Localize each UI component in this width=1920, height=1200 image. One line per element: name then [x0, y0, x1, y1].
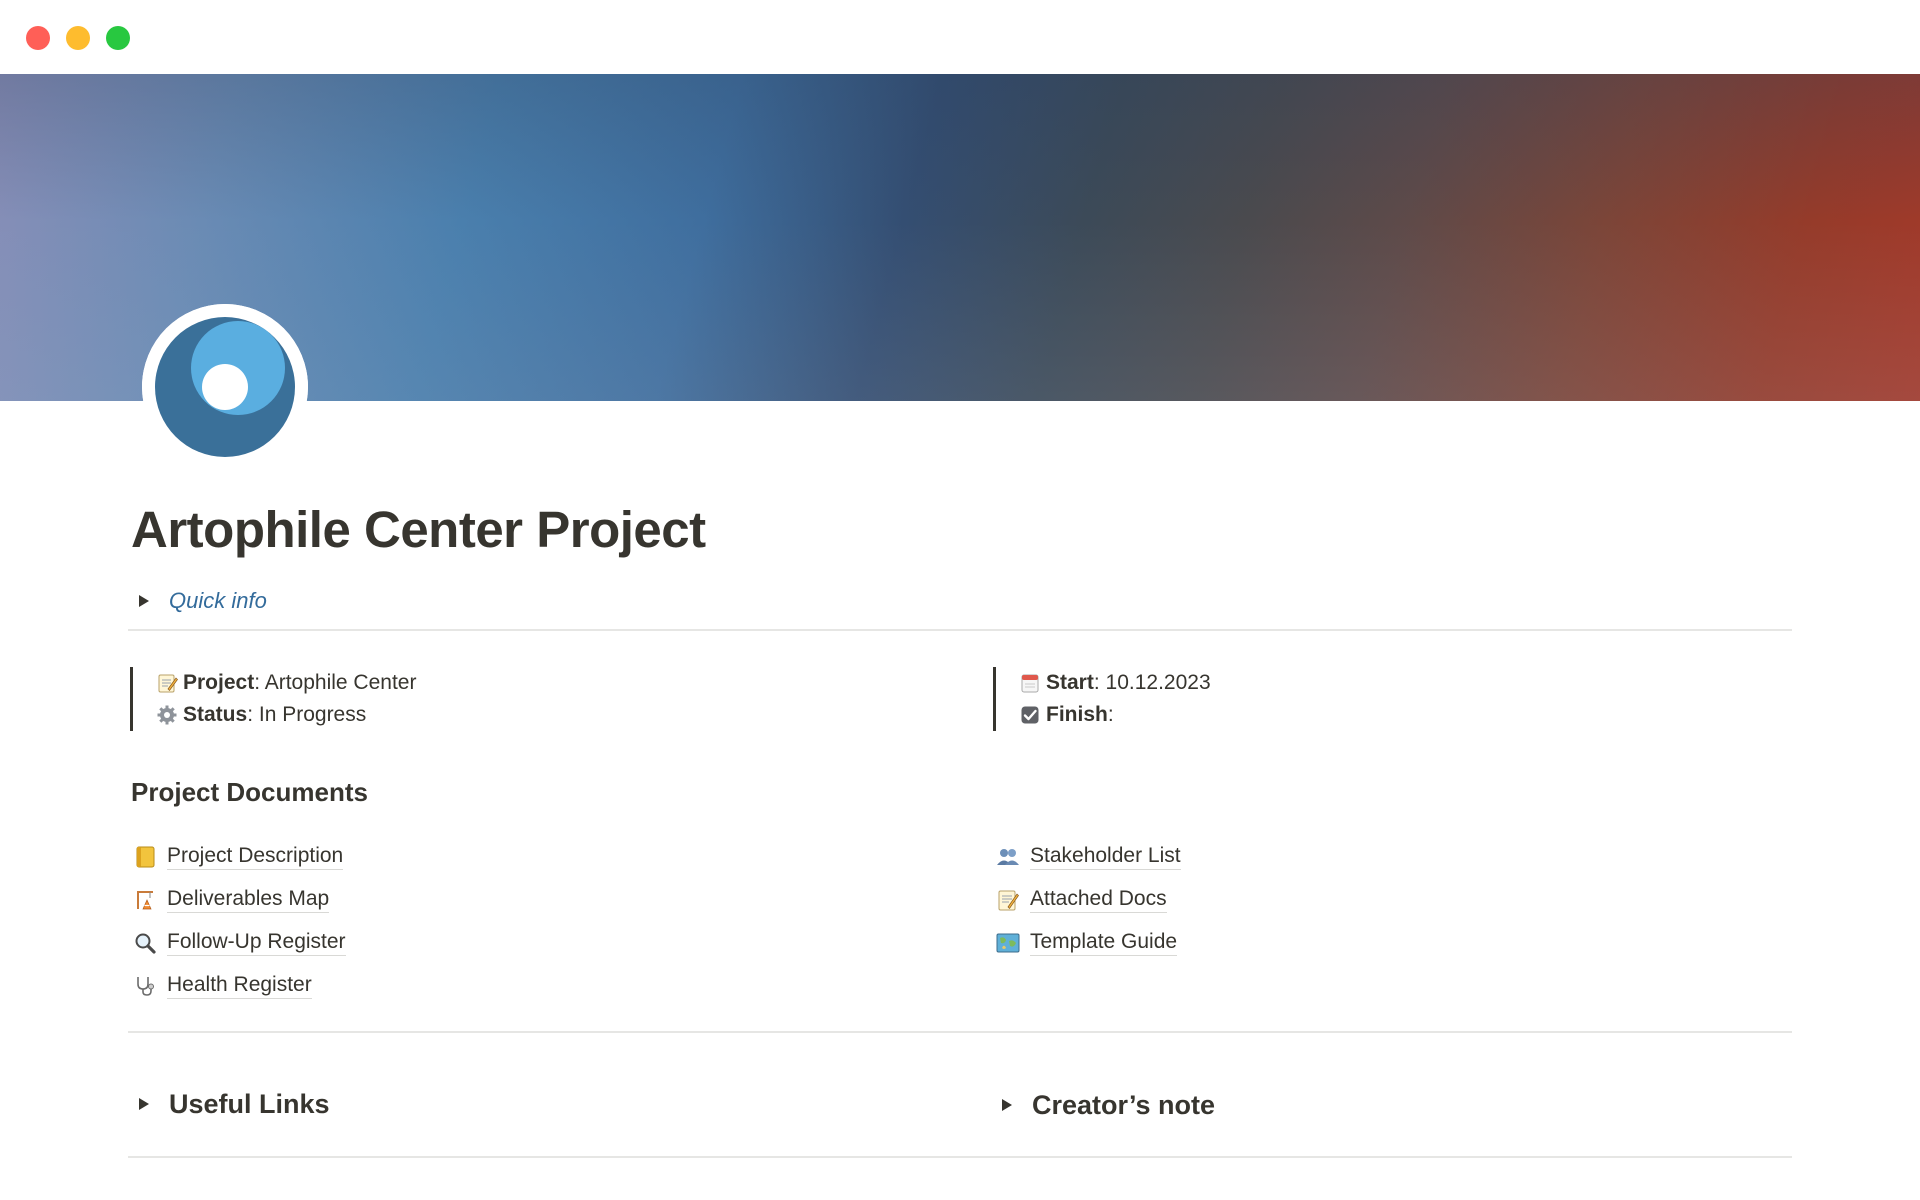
target-logo-icon — [142, 304, 308, 470]
check-box-icon — [1018, 703, 1042, 727]
doc-link-template-guide[interactable]: Template Guide — [994, 921, 1181, 964]
doc-link-project-description[interactable]: Project Description — [131, 835, 346, 878]
calendar-icon — [1018, 671, 1042, 695]
quick-info-toggle[interactable]: Quick info — [137, 586, 267, 616]
useful-links-heading[interactable]: Useful Links — [169, 1089, 330, 1120]
memo-icon — [155, 671, 179, 695]
doc-link-deliverables-map[interactable]: Deliverables Map — [131, 878, 346, 921]
page-icon[interactable] — [142, 304, 308, 470]
doc-link-label[interactable]: Follow-Up Register — [167, 930, 346, 956]
documents-list-right: Stakeholder List Attached Docs Template … — [994, 835, 1181, 964]
project-properties-callout-right: Start: 10.12.2023 Finish: — [993, 667, 1211, 731]
doc-link-label[interactable]: Deliverables Map — [167, 887, 330, 913]
doc-link-stakeholder-list[interactable]: Stakeholder List — [994, 835, 1181, 878]
minimize-window-button[interactable] — [66, 26, 90, 50]
doc-link-health-register[interactable]: Health Register — [131, 964, 346, 1007]
property-key: Status — [183, 703, 248, 726]
property-value: : — [1107, 703, 1114, 726]
doc-link-follow-up-register[interactable]: Follow-Up Register — [131, 921, 346, 964]
quick-info-label[interactable]: Quick info — [169, 588, 267, 614]
memo-icon — [994, 886, 1022, 914]
property-start: Start: 10.12.2023 — [1018, 667, 1211, 699]
property-project: Project: Artophile Center — [155, 667, 416, 699]
documents-list-left: Project Description Deliverables Map Fol… — [131, 835, 346, 1007]
construction-icon — [131, 886, 159, 914]
close-window-button[interactable] — [26, 26, 50, 50]
property-value: : In Progress — [247, 703, 367, 726]
caret-right-icon[interactable] — [137, 594, 151, 608]
stethoscope-icon — [131, 972, 159, 1000]
gear-icon — [155, 703, 179, 727]
caret-right-icon[interactable] — [137, 1097, 151, 1111]
divider — [128, 1031, 1792, 1033]
creators-note-toggle[interactable]: Creator’s note — [1000, 1087, 1215, 1123]
window-titlebar — [0, 0, 1920, 74]
zoom-window-button[interactable] — [106, 26, 130, 50]
ledger-icon — [131, 843, 159, 871]
property-key: Start — [1046, 671, 1094, 694]
doc-link-label[interactable]: Attached Docs — [1030, 887, 1167, 913]
property-value: : 10.12.2023 — [1093, 671, 1211, 694]
doc-link-label[interactable]: Health Register — [167, 973, 312, 999]
doc-link-label[interactable]: Template Guide — [1030, 930, 1178, 956]
section-heading-project-documents[interactable]: Project Documents — [131, 777, 368, 808]
property-key: Finish — [1046, 703, 1108, 726]
property-key: Project — [183, 671, 255, 694]
project-properties-callout-left: Project: Artophile Center Status: In Pro… — [130, 667, 416, 731]
useful-links-toggle[interactable]: Useful Links — [137, 1086, 330, 1122]
doc-link-label[interactable]: Project Description — [167, 844, 344, 870]
divider — [128, 629, 1792, 631]
doc-link-label[interactable]: Stakeholder List — [1030, 844, 1181, 870]
page-title[interactable]: Artophile Center Project — [131, 500, 706, 559]
property-value: : Artophile Center — [254, 671, 417, 694]
divider — [128, 1156, 1792, 1158]
creators-note-heading[interactable]: Creator’s note — [1032, 1090, 1215, 1121]
property-finish: Finish: — [1018, 699, 1211, 731]
map-icon — [994, 929, 1022, 957]
people-icon — [994, 843, 1022, 871]
caret-right-icon[interactable] — [1000, 1098, 1014, 1112]
doc-link-attached-docs[interactable]: Attached Docs — [994, 878, 1181, 921]
property-status: Status: In Progress — [155, 699, 416, 731]
magnifier-icon — [131, 929, 159, 957]
